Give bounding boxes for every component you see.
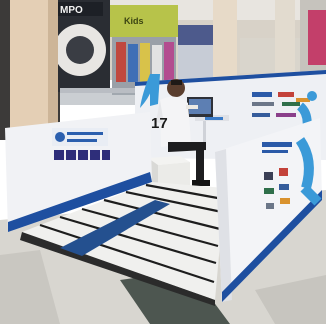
store-sign-text: Kids	[124, 16, 144, 26]
column-right	[275, 0, 295, 72]
photo-scene: MPO Kids 17	[0, 0, 326, 324]
column-center	[213, 0, 237, 80]
jersey-number: 17	[151, 115, 168, 132]
promo-billboard: MPO	[54, 0, 110, 92]
mall-sign-text: MPO	[60, 5, 83, 16]
